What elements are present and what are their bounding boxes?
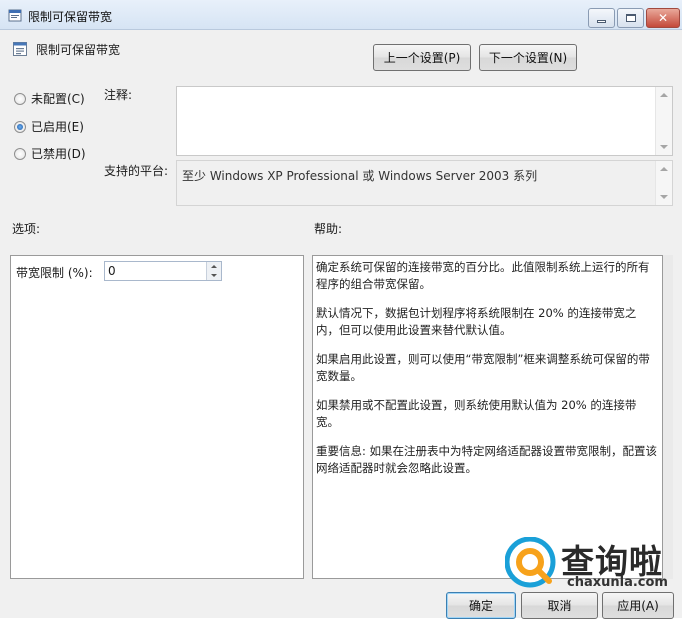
ok-button[interactable]: 确定 — [446, 592, 516, 619]
title-bar: 限制可保留带宽 ✕ — [0, 0, 682, 30]
minimize-icon — [597, 19, 606, 23]
radio-button[interactable] — [14, 92, 26, 105]
radio-enabled[interactable]: 已启用(E) — [14, 118, 84, 135]
minimize-button[interactable] — [588, 8, 615, 28]
radio-disabled[interactable]: 已禁用(D) — [14, 145, 86, 162]
policy-window-icon — [8, 9, 22, 22]
cancel-button[interactable]: 取消 — [521, 592, 598, 619]
radio-button[interactable] — [14, 147, 26, 160]
window-title: 限制可保留带宽 — [28, 10, 113, 24]
bandwidth-limit-label: 带宽限制 (%): — [16, 266, 93, 280]
close-button[interactable]: ✕ — [646, 8, 680, 28]
watermark: 查询啦 chaxunla.com — [505, 535, 675, 591]
supported-platform-label: 支持的平台: — [104, 164, 169, 178]
scroll-up-icon[interactable] — [660, 167, 668, 171]
radio-button[interactable] — [14, 120, 26, 133]
supported-platform-value: 至少 Windows XP Professional 或 Windows Ser… — [182, 169, 538, 183]
help-paragraph: 如果启用此设置，则可以使用“带宽限制”框来调整系统可保留的带宽数量。 — [316, 352, 650, 383]
help-text: 确定系统可保留的连接带宽的百分比。此值限制系统上运行的所有程序的组合带宽保留。 … — [316, 259, 659, 489]
options-heading: 选项: — [12, 222, 41, 236]
help-scrollbar[interactable] — [663, 255, 673, 579]
maximize-icon — [625, 14, 636, 22]
previous-setting-button[interactable]: 上一个设置(P) — [373, 44, 471, 71]
help-heading: 帮助: — [314, 222, 343, 236]
help-paragraph: 默认情况下，数据包计划程序将系统限制在 20% 的连接带宽之内，但可以使用此设置… — [316, 306, 637, 337]
maximize-button[interactable] — [617, 8, 644, 28]
spin-up-icon[interactable] — [211, 265, 217, 268]
scroll-down-icon[interactable] — [660, 145, 668, 149]
radio-label: 已启用(E) — [31, 120, 84, 134]
help-paragraph: 确定系统可保留的连接带宽的百分比。此值限制系统上运行的所有程序的组合带宽保留。 — [316, 260, 650, 291]
help-panel: 确定系统可保留的连接带宽的百分比。此值限制系统上运行的所有程序的组合带宽保留。 … — [312, 255, 663, 579]
options-panel: 带宽限制 (%): 0 — [10, 255, 304, 579]
scroll-down-icon[interactable] — [660, 195, 668, 199]
radio-not-configured[interactable]: 未配置(C) — [14, 90, 85, 107]
close-icon: ✕ — [657, 11, 669, 25]
spin-buttons[interactable] — [206, 262, 221, 280]
help-paragraph: 如果禁用或不配置此设置，则系统使用默认值为 20% 的连接带宽。 — [316, 398, 637, 429]
radio-label: 未配置(C) — [31, 92, 85, 106]
search-logo-icon — [505, 537, 556, 588]
group-policy-dialog: 限制可保留带宽 ✕ 限制可保留带宽 上一个设置(P) 下一个设置(N) 未配置(… — [0, 0, 682, 619]
bandwidth-limit-spinbox[interactable]: 0 — [104, 261, 222, 281]
help-paragraph: 重要信息: 如果在注册表中为特定网络适配器设置带宽限制，配置该网络适配器时就会忽… — [316, 444, 658, 475]
policy-setting-icon — [13, 42, 27, 56]
watermark-domain: chaxunla.com — [567, 575, 668, 590]
policy-title: 限制可保留带宽 — [36, 43, 121, 57]
scroll-up-icon[interactable] — [660, 93, 668, 97]
apply-button[interactable]: 应用(A) — [602, 592, 674, 619]
comment-label: 注释: — [104, 88, 133, 102]
supported-platform-box: 至少 Windows XP Professional 或 Windows Ser… — [176, 160, 673, 206]
next-setting-button[interactable]: 下一个设置(N) — [479, 44, 577, 71]
bandwidth-limit-value[interactable]: 0 — [108, 264, 116, 278]
comment-textarea[interactable] — [176, 86, 673, 156]
platform-scrollbar[interactable] — [655, 161, 672, 205]
spin-down-icon[interactable] — [211, 274, 217, 277]
comment-scrollbar[interactable] — [655, 87, 672, 155]
radio-label: 已禁用(D) — [31, 147, 86, 161]
